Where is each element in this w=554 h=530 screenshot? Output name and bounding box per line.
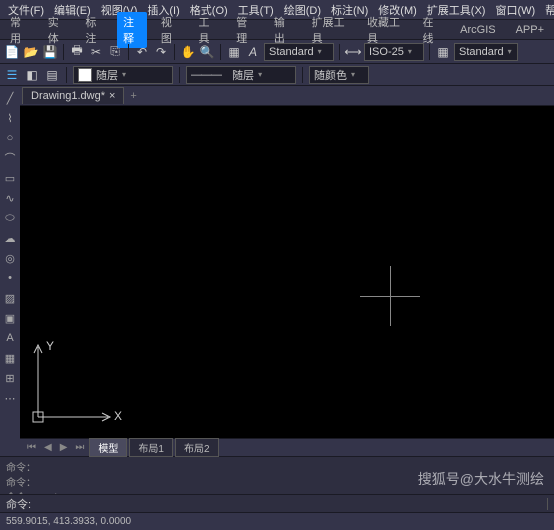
ribbon-tabs: 常用 实体 标注 注释 视图 工具 管理 输出 扩展工具 收藏工具 在线 Arc… (0, 20, 554, 40)
open-icon[interactable]: 📂 (23, 44, 39, 60)
new-tab-icon[interactable]: + (124, 90, 142, 102)
history-line: 命令： (6, 459, 548, 474)
tab-tools[interactable]: 工具 (193, 12, 223, 48)
separator (179, 67, 180, 83)
table-tool[interactable]: ▦ (2, 350, 18, 366)
layout1-tab[interactable]: 布局1 (129, 438, 173, 457)
spline-tool[interactable]: ∿ (2, 190, 18, 206)
arc-tool[interactable]: ⌒ (2, 150, 18, 166)
save-icon[interactable]: 💾 (42, 44, 58, 60)
tab-first-icon[interactable]: ⏮ (24, 442, 39, 453)
history-line: 命令： (6, 474, 548, 489)
line-tool[interactable]: ╱ (2, 90, 18, 106)
color-dropdown[interactable]: 随颜色 (309, 66, 369, 84)
close-icon[interactable]: × (109, 90, 115, 102)
status-bar: 559.9015, 413.3933, 0.0000 (0, 512, 554, 530)
model-tab[interactable]: 模型 (89, 438, 127, 457)
layerprops-icon[interactable]: ▤ (44, 67, 60, 83)
grid-tool[interactable]: ⊞ (2, 370, 18, 386)
circle-tool[interactable]: ○ (2, 130, 18, 146)
separator (63, 44, 64, 60)
new-icon[interactable]: 📄 (4, 44, 20, 60)
separator (339, 44, 340, 60)
grid-icon[interactable]: ▦ (226, 44, 242, 60)
layout-tabs: ⏮ ◀ ▶ ⏭ 模型 布局1 布局2 (20, 438, 554, 456)
layeriso-icon[interactable]: ◧ (24, 67, 40, 83)
layer-toolbar: ☰ ◧ ▤ 随层 ——— 随层 随颜色 (0, 64, 554, 86)
pan-icon[interactable]: ✋ (180, 44, 196, 60)
textstyle-dropdown[interactable]: Standard (264, 43, 334, 61)
command-input[interactable] (35, 498, 543, 510)
point-tool[interactable]: • (2, 270, 18, 286)
tab-entity[interactable]: 实体 (42, 12, 72, 48)
separator (174, 44, 175, 60)
color-swatch (78, 68, 92, 82)
separator (128, 44, 129, 60)
cut-icon[interactable]: ✂ (88, 44, 104, 60)
ellipse-tool[interactable]: ⬭ (2, 210, 18, 226)
dimstyle-dropdown[interactable]: ISO-25 (364, 43, 424, 61)
text-icon[interactable]: A (245, 44, 261, 60)
layer-icon[interactable]: ☰ (4, 67, 20, 83)
layout2-tab[interactable]: 布局2 (175, 438, 219, 457)
command-line[interactable]: 命令: (0, 494, 554, 512)
coordinates-display: 559.9015, 413.3933, 0.0000 (6, 516, 131, 527)
drawing-canvas[interactable]: Y X (20, 106, 554, 438)
pline-tool[interactable]: ⌇ (2, 110, 18, 126)
print-icon[interactable]: 🖶 (69, 44, 85, 60)
workspace: ╱ ⌇ ○ ⌒ ▭ ∿ ⬭ ☁ ◎ • ▨ ▣ A ▦ ⊞ ⋯ Drawing1… (0, 86, 554, 456)
more-tool[interactable]: ⋯ (2, 390, 18, 406)
x-axis-label: X (114, 409, 122, 423)
ucs-icon: Y X (28, 337, 118, 430)
separator (220, 44, 221, 60)
tab-last-icon[interactable]: ⏭ (72, 442, 87, 453)
tab-annotate[interactable]: 注释 (117, 12, 147, 48)
dim-icon[interactable]: ⟷ (345, 44, 361, 60)
table-icon[interactable]: ▦ (435, 44, 451, 60)
tab-home[interactable]: 常用 (4, 12, 34, 48)
tab-manage[interactable]: 管理 (230, 12, 260, 48)
undo-icon[interactable]: ↶ (134, 44, 150, 60)
rect-tool[interactable]: ▭ (2, 170, 18, 186)
tab-arcgis[interactable]: ArcGIS (454, 22, 501, 38)
left-toolbar: ╱ ⌇ ○ ⌒ ▭ ∿ ⬭ ☁ ◎ • ▨ ▣ A ▦ ⊞ ⋯ (0, 86, 20, 456)
doc-title: Drawing1.dwg* (31, 90, 105, 102)
y-axis-label: Y (46, 339, 54, 353)
toolbar-main: 📄 📂 💾 🖶 ✂ ⎘ ↶ ↷ ✋ 🔍 ▦ A Standard ⟷ ISO-2… (0, 40, 554, 64)
linetype-dropdown[interactable]: ——— 随层 (186, 66, 296, 84)
zoom-icon[interactable]: 🔍 (199, 44, 215, 60)
redo-icon[interactable]: ↷ (153, 44, 169, 60)
tablestyle-dropdown[interactable]: Standard (454, 43, 518, 61)
command-history: 命令： 命令： 命令：'_units 命令：C:\Users\Administr… (0, 456, 554, 494)
cloud-tool[interactable]: ☁ (2, 230, 18, 246)
tab-next-icon[interactable]: ▶ (57, 442, 71, 453)
hatch-tool[interactable]: ▨ (2, 290, 18, 306)
text-tool[interactable]: A (2, 330, 18, 346)
region-tool[interactable]: ▣ (2, 310, 18, 326)
document-tabs: Drawing1.dwg* × + (20, 86, 554, 106)
separator (66, 67, 67, 83)
menu-help[interactable]: 帮助(H) (541, 0, 554, 20)
tab-prev-icon[interactable]: ◀ (41, 442, 55, 453)
donut-tool[interactable]: ◎ (2, 250, 18, 266)
copy-icon[interactable]: ⎘ (107, 44, 123, 60)
tab-dim[interactable]: 标注 (79, 12, 109, 48)
doc-tab[interactable]: Drawing1.dwg* × (22, 87, 124, 104)
tab-appplus[interactable]: APP+ (510, 22, 550, 38)
separator (429, 44, 430, 60)
layer-dropdown[interactable]: 随层 (73, 66, 173, 84)
menu-window[interactable]: 窗口(W) (491, 0, 539, 20)
separator (302, 67, 303, 83)
command-prompt: 命令: (6, 496, 31, 512)
tab-view[interactable]: 视图 (155, 12, 185, 48)
canvas-wrap: Drawing1.dwg* × + Y X ⏮ ◀ ▶ (20, 86, 554, 456)
